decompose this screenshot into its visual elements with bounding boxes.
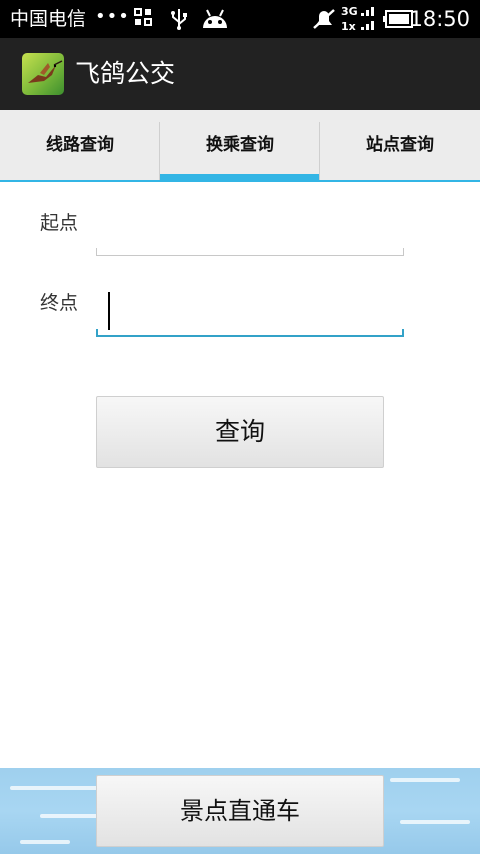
- text-cursor: [108, 292, 110, 330]
- end-input-underline: [96, 329, 404, 337]
- tab-label: 站点查询: [366, 135, 434, 155]
- tab-label: 线路查询: [46, 135, 114, 155]
- start-label: 起点: [40, 212, 79, 234]
- tab-label: 换乘查询: [206, 135, 274, 155]
- more-notifications-icon: •••: [95, 6, 130, 27]
- status-bar: 中国电信 ••• 3G 1x 18:50: [0, 0, 480, 38]
- signal-icon: 3G 1x: [341, 4, 377, 36]
- clock: 18:50: [409, 7, 470, 31]
- cloud-streak: [10, 786, 100, 790]
- silent-mode-icon: [312, 8, 336, 34]
- start-input[interactable]: [96, 200, 404, 250]
- tab-station-query[interactable]: 站点查询: [320, 110, 480, 180]
- tab-bar: 线路查询 换乘查询 站点查询: [0, 110, 480, 182]
- cloud-streak: [40, 814, 100, 818]
- tab-transfer-query[interactable]: 换乘查询: [160, 110, 320, 182]
- scenic-spot-express-button[interactable]: 景点直通车: [96, 775, 384, 847]
- hummingbird-app-icon[interactable]: [22, 53, 64, 95]
- end-input[interactable]: [96, 284, 404, 334]
- action-bar: 飞鸽公交: [0, 38, 480, 110]
- app-title: 飞鸽公交: [75, 59, 176, 88]
- end-label: 终点: [40, 292, 79, 314]
- carrier-label: 中国电信: [10, 8, 87, 30]
- cloud-streak: [390, 778, 460, 782]
- network-3g-label: 3G: [341, 5, 358, 18]
- usb-icon: [170, 8, 188, 34]
- start-input-underline: [96, 248, 404, 256]
- cloud-streak: [20, 840, 70, 844]
- cloud-streak: [400, 820, 470, 824]
- query-button[interactable]: 查询: [96, 396, 384, 468]
- network-1x-label: 1x: [341, 20, 356, 32]
- tab-route-query[interactable]: 线路查询: [0, 110, 160, 180]
- android-debug-icon: [200, 6, 230, 34]
- grid-icon: [134, 8, 152, 30]
